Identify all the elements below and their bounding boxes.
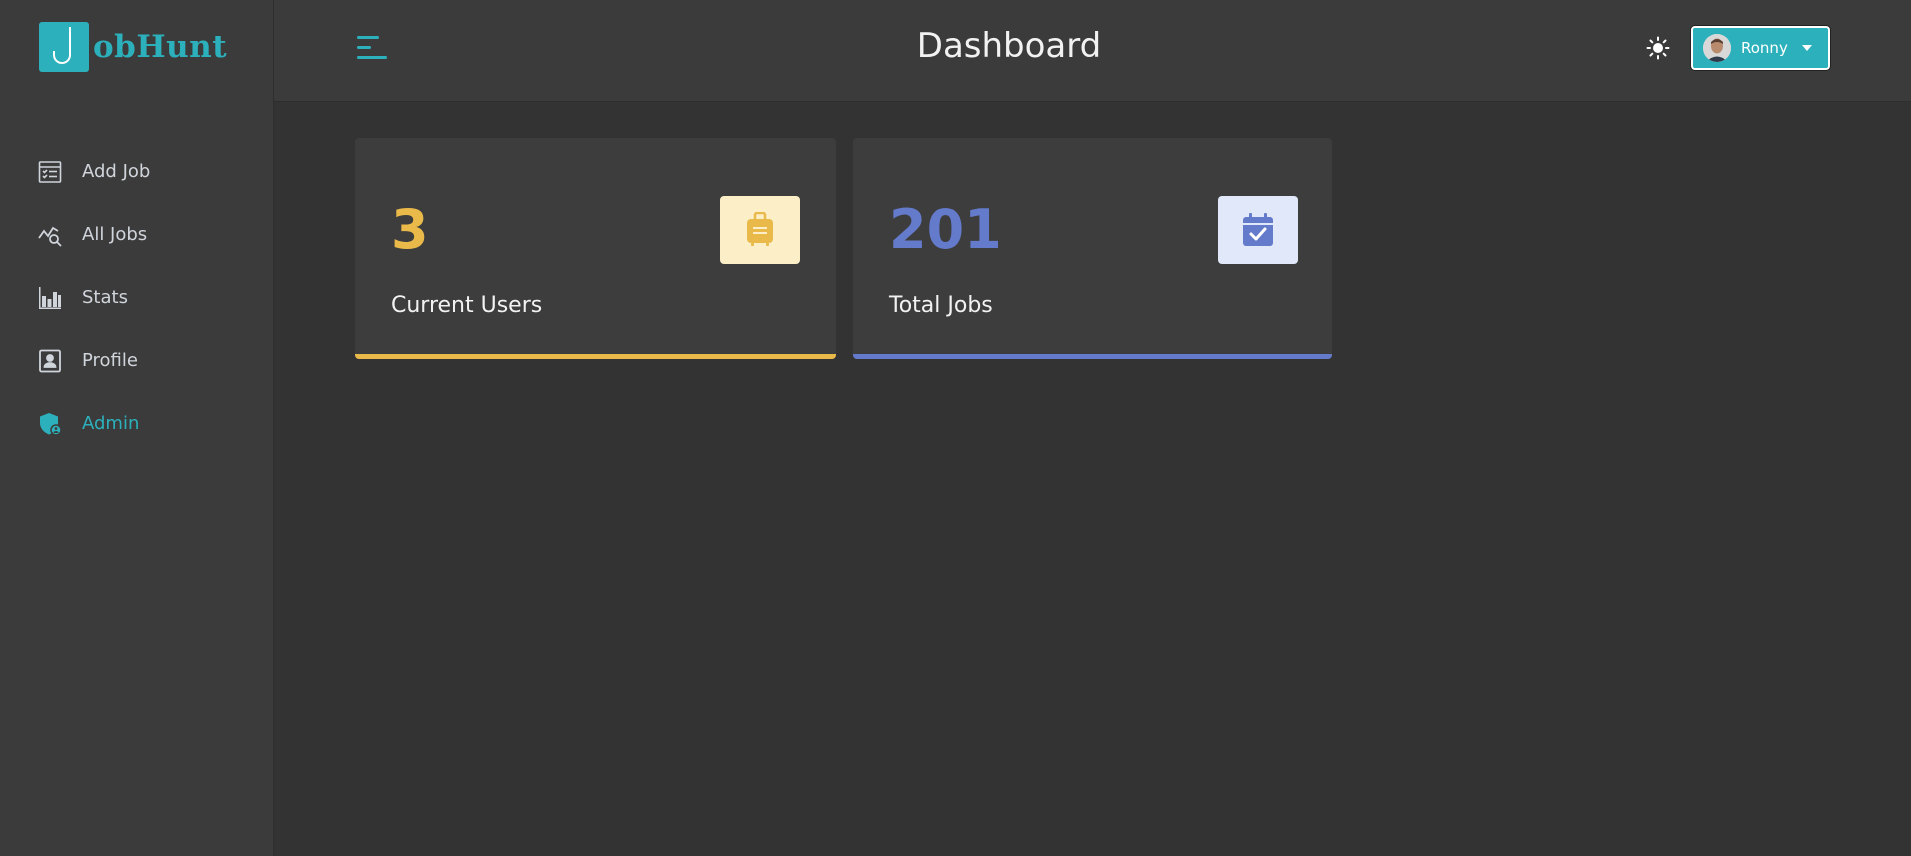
page-title: Dashboard <box>916 26 1102 66</box>
caret-down-icon <box>1801 45 1812 51</box>
top-navbar: Dashboard Ronny <box>274 0 1911 102</box>
stat-card-total-jobs: 201 Total Jobs <box>853 138 1332 359</box>
all-jobs-icon <box>38 223 62 247</box>
sidebar-item-label: Stats <box>82 287 128 308</box>
sidebar: obHunt Add Job All Jobs Stats Profile Ad… <box>0 0 274 856</box>
stat-count: 3 <box>391 198 429 261</box>
hook-icon <box>53 27 71 64</box>
stat-label: Current Users <box>391 293 543 318</box>
sidebar-item-label: Profile <box>82 350 138 371</box>
sidebar-item-stats[interactable]: Stats <box>0 266 274 329</box>
stat-card-accent-bar <box>355 354 836 359</box>
user-name: Ronny <box>1741 39 1788 57</box>
logo[interactable]: obHunt <box>39 22 227 72</box>
add-job-icon <box>38 160 62 184</box>
user-avatar-icon <box>1703 34 1731 62</box>
stat-icon-box <box>720 196 800 264</box>
stat-label: Total Jobs <box>889 293 993 318</box>
logo-mark <box>39 22 89 72</box>
theme-toggle-button[interactable] <box>1646 36 1670 60</box>
stat-icon-box <box>1218 196 1298 264</box>
user-menu-button[interactable]: Ronny <box>1691 26 1830 70</box>
stat-card-accent-bar <box>853 354 1332 359</box>
profile-icon <box>38 349 62 373</box>
sidebar-nav: Add Job All Jobs Stats Profile Admin <box>0 140 274 455</box>
stats-icon <box>38 286 62 310</box>
sidebar-item-add-job[interactable]: Add Job <box>0 140 274 203</box>
avatar <box>1703 34 1731 62</box>
sidebar-item-all-jobs[interactable]: All Jobs <box>0 203 274 266</box>
calendar-check-icon <box>1243 213 1273 246</box>
sidebar-item-label: All Jobs <box>82 224 148 245</box>
sidebar-item-profile[interactable]: Profile <box>0 329 274 392</box>
stat-count: 201 <box>889 198 1002 261</box>
logo-text: obHunt <box>93 29 228 65</box>
sidebar-item-label: Admin <box>82 413 140 434</box>
stat-card-current-users: 3 Current Users <box>355 138 836 359</box>
sidebar-item-label: Add Job <box>82 161 151 182</box>
suitcase-icon <box>747 212 773 246</box>
sun-icon <box>1646 36 1670 60</box>
sidebar-item-admin[interactable]: Admin <box>0 392 274 455</box>
admin-shield-icon <box>38 412 62 436</box>
